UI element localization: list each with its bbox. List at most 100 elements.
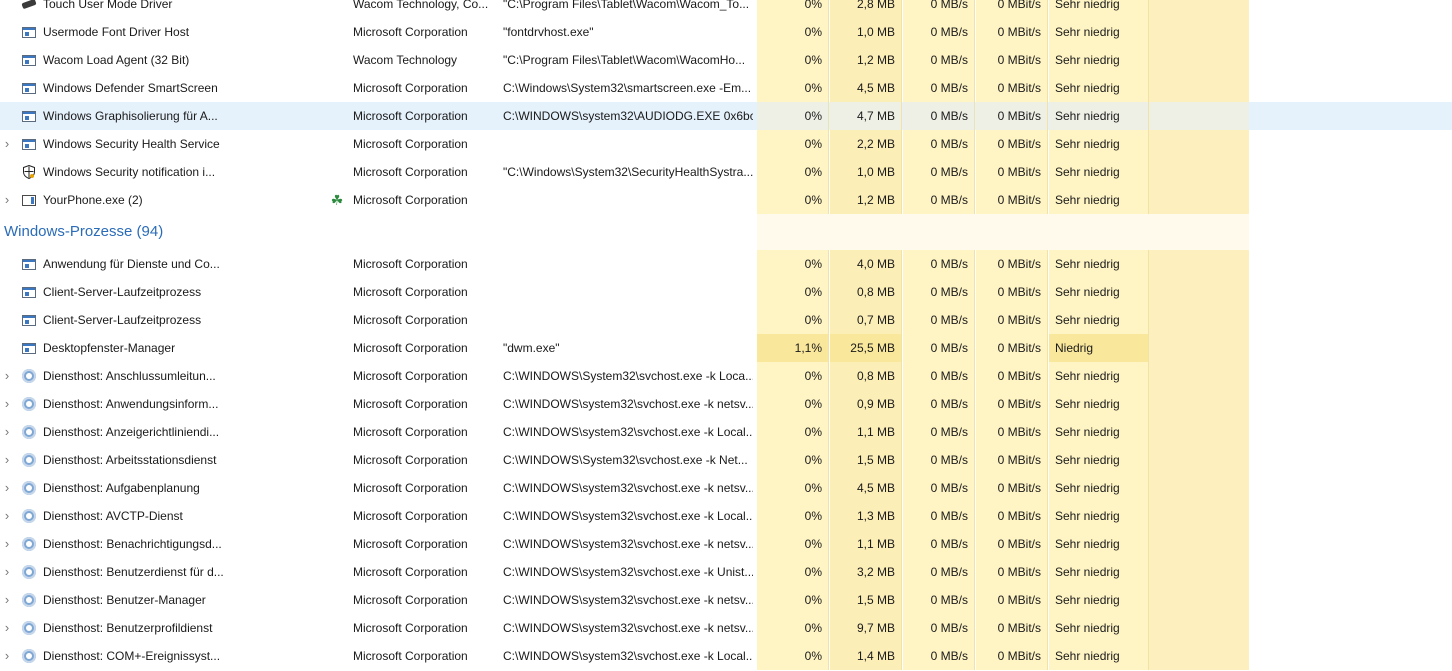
power-usage-value: Sehr niedrig bbox=[1049, 474, 1149, 502]
network-value: 0 MBit/s bbox=[976, 102, 1048, 130]
gear-icon bbox=[20, 474, 38, 502]
process-row[interactable]: › Diensthost: AVCTP-Dienst Microsoft Corpo… bbox=[0, 502, 1452, 530]
power-usage-value: Sehr niedrig bbox=[1049, 502, 1149, 530]
disk-value: 0 MB/s bbox=[903, 362, 975, 390]
cpu-value: 0% bbox=[757, 586, 829, 614]
memory-value: 2,8 MB bbox=[830, 0, 902, 18]
power-usage-value: Sehr niedrig bbox=[1049, 390, 1149, 418]
process-row[interactable]: › Diensthost: Anschlussumleitun... Microso… bbox=[0, 362, 1452, 390]
disk-value: 0 MB/s bbox=[903, 614, 975, 642]
process-row[interactable]: Anwendung für Dienste und Co... Microsoft… bbox=[0, 250, 1452, 278]
process-row[interactable]: Usermode Font Driver Host Microsoft Corpo… bbox=[0, 18, 1452, 46]
power-trend-cell bbox=[1149, 46, 1249, 74]
power-usage-value: Sehr niedrig bbox=[1049, 642, 1149, 670]
chevron-placeholder bbox=[0, 0, 14, 18]
gear-icon bbox=[20, 530, 38, 558]
disk-value: 0 MB/s bbox=[903, 186, 975, 214]
process-row[interactable]: › Diensthost: Benutzer-Manager Microsoft C… bbox=[0, 586, 1452, 614]
process-command-line: C:\WINDOWS\system32\svchost.exe -k Unist… bbox=[503, 565, 753, 579]
process-row[interactable]: › Diensthost: Benutzerprofildienst Microso… bbox=[0, 614, 1452, 642]
process-command-line: C:\WINDOWS\system32\svchost.exe -k Local… bbox=[503, 509, 753, 523]
phone-icon bbox=[20, 186, 38, 214]
process-row[interactable]: Client-Server-Laufzeitprozess Microsoft C… bbox=[0, 278, 1452, 306]
process-publisher: Microsoft Corporation bbox=[353, 341, 468, 355]
process-row[interactable]: Desktopfenster-Manager Microsoft Corporat… bbox=[0, 334, 1452, 362]
network-value: 0 MBit/s bbox=[976, 446, 1048, 474]
process-publisher: Microsoft Corporation bbox=[353, 165, 468, 179]
disk-value: 0 MB/s bbox=[903, 102, 975, 130]
expand-chevron-icon[interactable]: › bbox=[0, 130, 14, 158]
window-icon bbox=[20, 102, 38, 130]
cpu-value: 0% bbox=[757, 18, 829, 46]
process-row[interactable]: › Diensthost: COM+-Ereignissyst... Microso… bbox=[0, 642, 1452, 670]
disk-value: 0 MB/s bbox=[903, 502, 975, 530]
process-name: Wacom Load Agent (32 Bit) bbox=[43, 53, 190, 67]
power-trend-cell bbox=[1149, 250, 1249, 278]
process-row[interactable]: › Windows Security Health Service Microsof… bbox=[0, 130, 1452, 158]
network-value: 0 MBit/s bbox=[976, 334, 1048, 362]
expand-chevron-icon[interactable]: › bbox=[0, 502, 14, 530]
process-publisher: Wacom Technology, Co... bbox=[353, 0, 489, 11]
process-row[interactable]: › Diensthost: Benutzerdienst für d... Micr… bbox=[0, 558, 1452, 586]
process-command-line: C:\WINDOWS\System32\svchost.exe -k Net..… bbox=[503, 453, 748, 467]
process-command-line: "fontdrvhost.exe" bbox=[503, 25, 594, 39]
expand-chevron-icon[interactable]: › bbox=[0, 614, 14, 642]
expand-chevron-icon[interactable]: › bbox=[0, 530, 14, 558]
memory-value: 4,0 MB bbox=[830, 250, 902, 278]
process-row[interactable]: › Diensthost: Benachrichtigungsd... Micros… bbox=[0, 530, 1452, 558]
network-value: 0 MBit/s bbox=[976, 558, 1048, 586]
process-row[interactable]: Wacom Load Agent (32 Bit) Wacom Technolog… bbox=[0, 46, 1452, 74]
process-name: Diensthost: Arbeitsstationsdienst bbox=[43, 453, 217, 467]
process-command-line bbox=[503, 306, 753, 334]
power-usage-value: Sehr niedrig bbox=[1049, 102, 1149, 130]
expand-chevron-icon[interactable]: › bbox=[0, 390, 14, 418]
expand-chevron-icon[interactable]: › bbox=[0, 474, 14, 502]
gear-icon bbox=[20, 390, 38, 418]
power-usage-value: Sehr niedrig bbox=[1049, 418, 1149, 446]
process-row[interactable]: Windows Security notification i... Micros… bbox=[0, 158, 1452, 186]
process-row[interactable]: Windows Graphisolierung für A... Microsof… bbox=[0, 102, 1452, 130]
expand-chevron-icon[interactable]: › bbox=[0, 642, 14, 670]
expand-chevron-icon[interactable]: › bbox=[0, 446, 14, 474]
process-row[interactable]: › Diensthost: Arbeitsstationsdienst Micros… bbox=[0, 446, 1452, 474]
process-row[interactable]: › YourPhone.exe (2) ☘ Microsoft Corporation… bbox=[0, 186, 1452, 214]
process-name: Diensthost: COM+-Ereignissyst... bbox=[43, 649, 221, 663]
process-row[interactable]: › Diensthost: Aufgabenplanung Microsoft Co… bbox=[0, 474, 1452, 502]
app-process-rows: Touch User Mode Driver Wacom Technology, … bbox=[0, 0, 1452, 214]
disk-value: 0 MB/s bbox=[903, 474, 975, 502]
disk-value: 0 MB/s bbox=[903, 558, 975, 586]
power-trend-cell bbox=[1149, 558, 1249, 586]
memory-value: 25,5 MB bbox=[830, 334, 902, 362]
expand-chevron-icon[interactable]: › bbox=[0, 186, 14, 214]
power-usage-value: Sehr niedrig bbox=[1049, 586, 1149, 614]
chevron-placeholder bbox=[0, 278, 14, 306]
cpu-value: 0% bbox=[757, 250, 829, 278]
process-row[interactable]: › Diensthost: Anzeigerichtliniendi... Micr… bbox=[0, 418, 1452, 446]
process-command-line: "C:\Program Files\Tablet\Wacom\WacomHo..… bbox=[503, 53, 746, 67]
power-trend-cell bbox=[1149, 278, 1249, 306]
network-value: 0 MBit/s bbox=[976, 278, 1048, 306]
windows-process-rows: Anwendung für Dienste und Co... Microsoft… bbox=[0, 250, 1452, 670]
process-name: Client-Server-Laufzeitprozess bbox=[43, 313, 202, 327]
process-row[interactable]: Touch User Mode Driver Wacom Technology, … bbox=[0, 0, 1452, 18]
power-usage-value: Sehr niedrig bbox=[1049, 0, 1149, 18]
window-icon bbox=[20, 306, 38, 334]
expand-chevron-icon[interactable]: › bbox=[0, 586, 14, 614]
group-header-windows-processes[interactable]: Windows-Prozesse (94) bbox=[0, 214, 1452, 250]
cpu-value: 0% bbox=[757, 558, 829, 586]
expand-chevron-icon[interactable]: › bbox=[0, 558, 14, 586]
process-publisher: Microsoft Corporation bbox=[353, 621, 468, 635]
process-publisher: Microsoft Corporation bbox=[353, 193, 468, 207]
expand-chevron-icon[interactable]: › bbox=[0, 362, 14, 390]
power-usage-value: Niedrig bbox=[1049, 334, 1149, 362]
process-name: Windows Security notification i... bbox=[43, 165, 216, 179]
process-row[interactable]: Client-Server-Laufzeitprozess Microsoft C… bbox=[0, 306, 1452, 334]
power-trend-cell bbox=[1149, 586, 1249, 614]
process-row[interactable]: Windows Defender SmartScreen Microsoft Co… bbox=[0, 74, 1452, 102]
power-usage-value: Sehr niedrig bbox=[1049, 614, 1149, 642]
expand-chevron-icon[interactable]: › bbox=[0, 418, 14, 446]
window-icon bbox=[20, 278, 38, 306]
power-usage-value: Sehr niedrig bbox=[1049, 306, 1149, 334]
process-row[interactable]: › Diensthost: Anwendungsinform... Microsof… bbox=[0, 390, 1452, 418]
cpu-value: 0% bbox=[757, 74, 829, 102]
